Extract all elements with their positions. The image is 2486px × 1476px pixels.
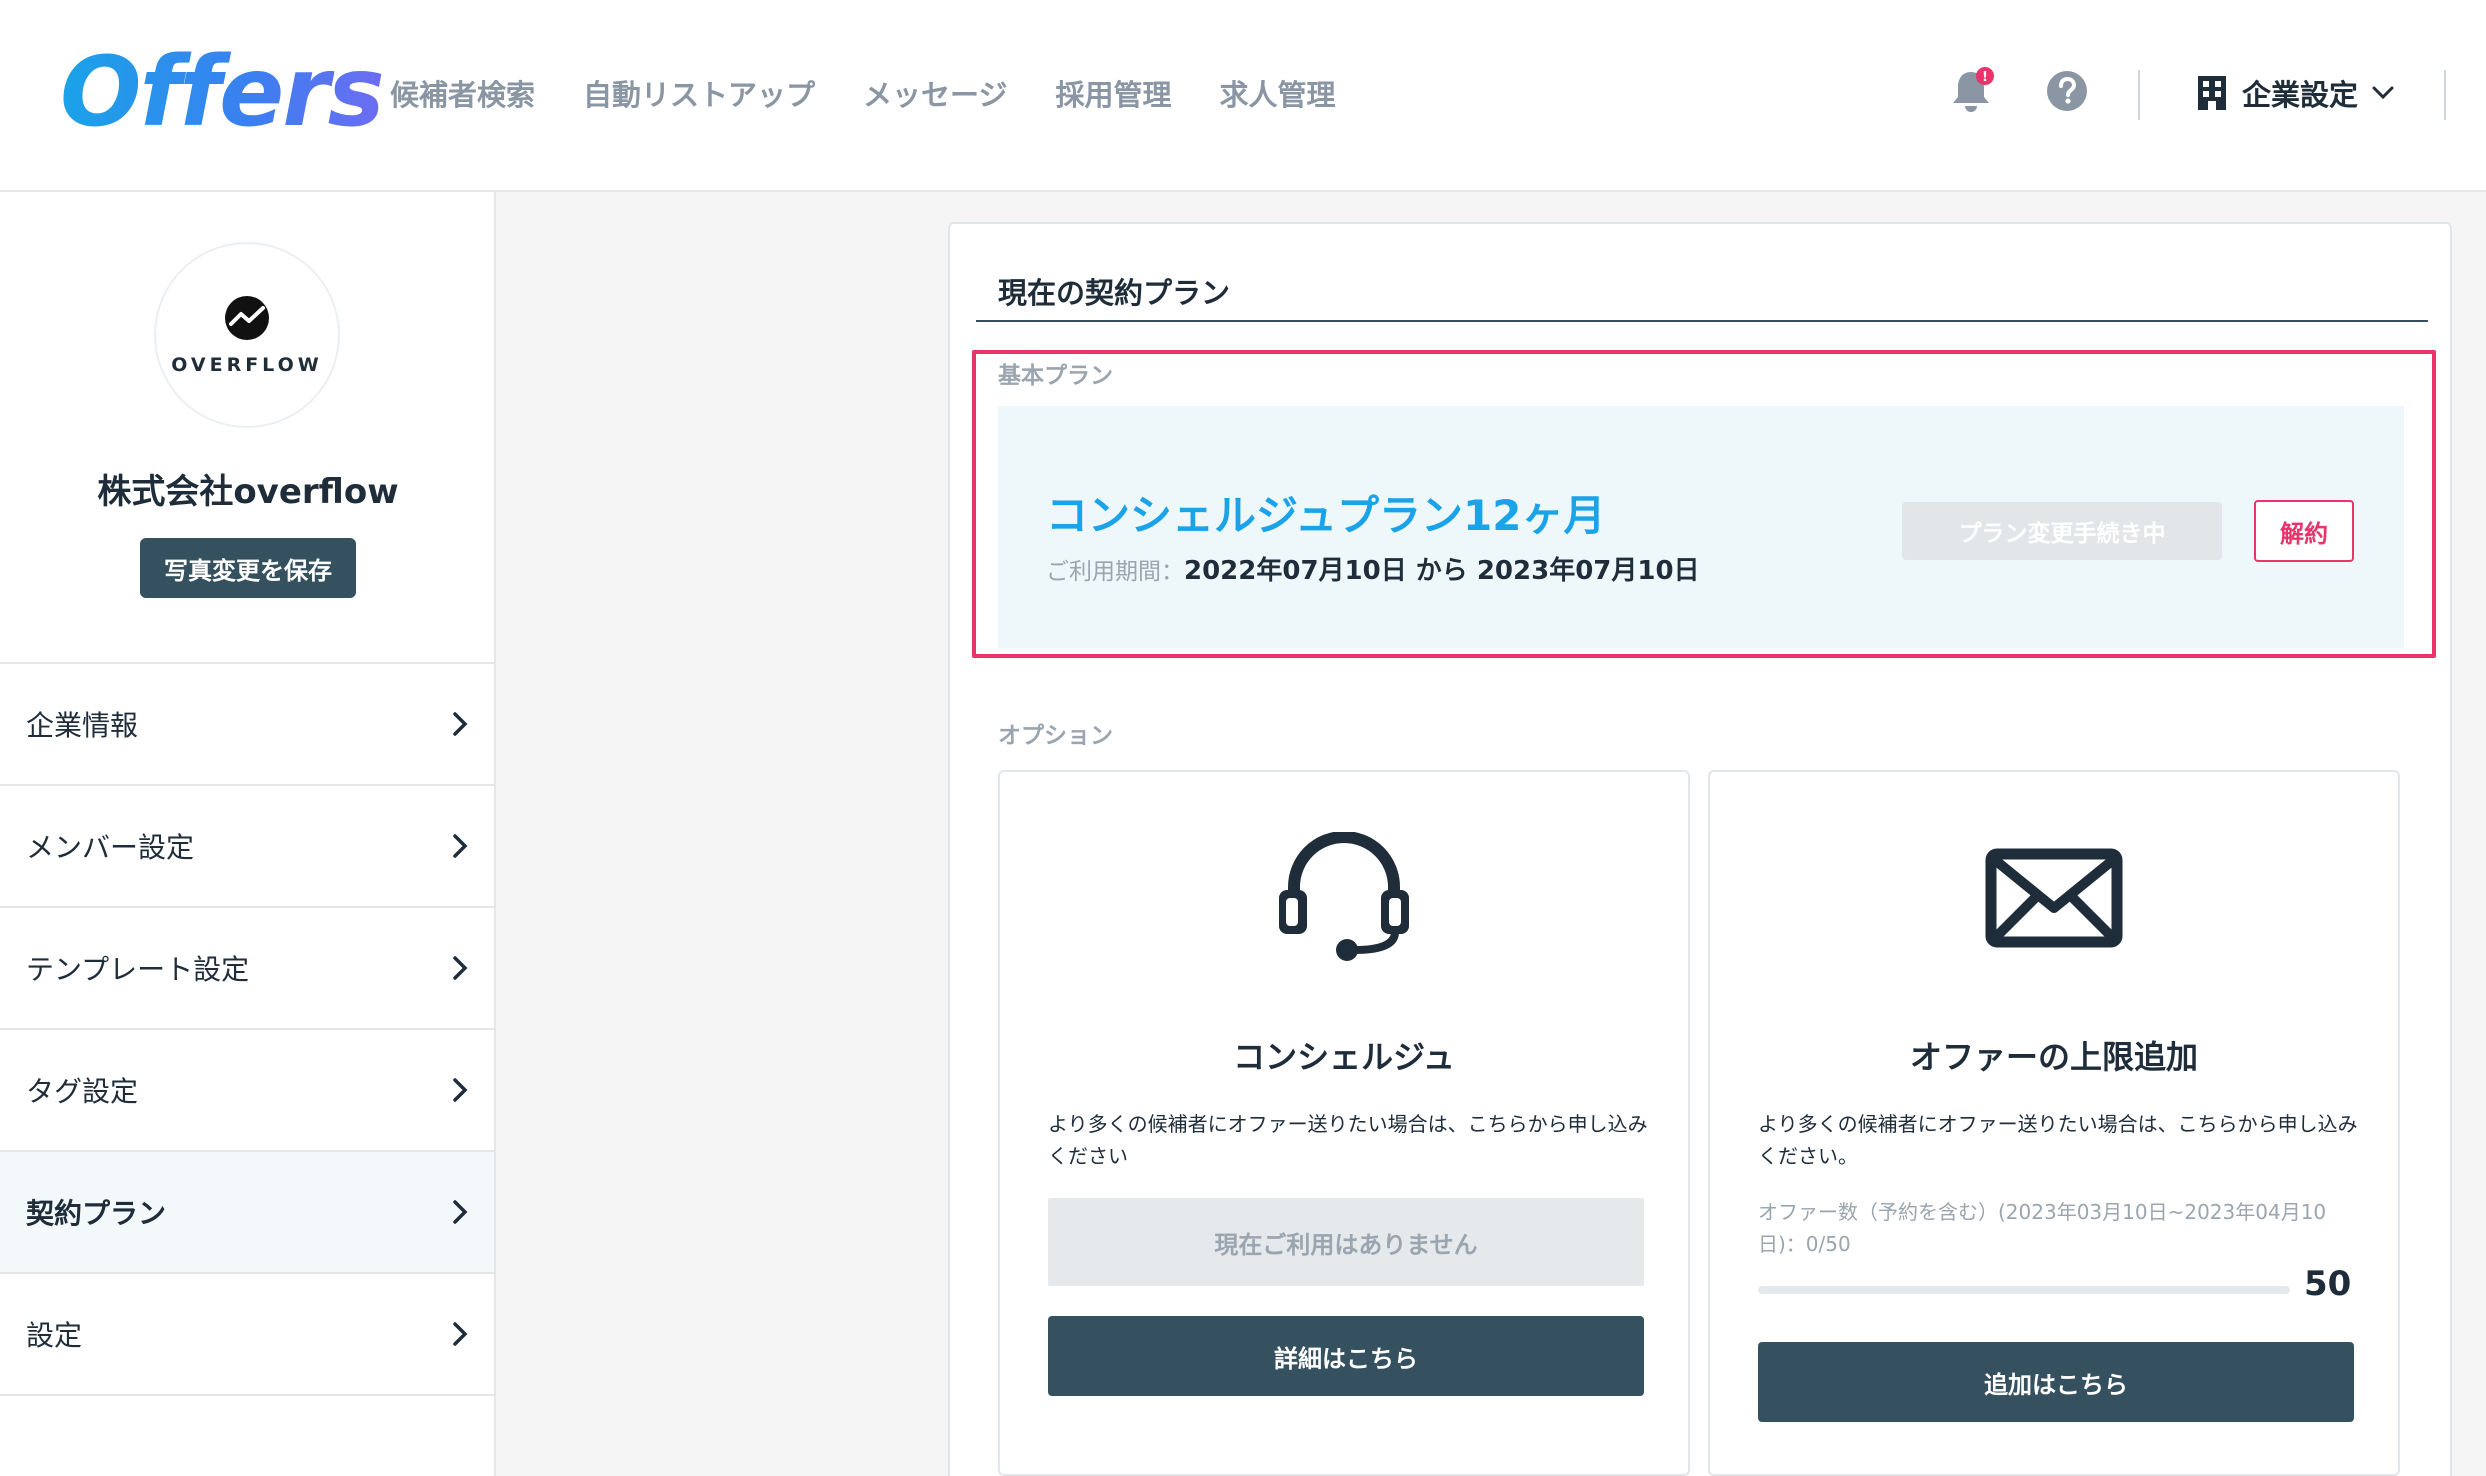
- sidebar-item-label: タグ設定: [26, 1075, 139, 1108]
- sidebar-item-label: テンプレート設定: [26, 953, 250, 986]
- save-photo-button[interactable]: 写真変更を保存: [140, 538, 356, 598]
- sidebar-item-label: 設定: [26, 1319, 83, 1352]
- sidebar-item-tag-settings[interactable]: タグ設定: [0, 1030, 494, 1152]
- nav-auto-listup[interactable]: 自動リストアップ: [583, 72, 815, 114]
- notification-badge: !: [1982, 70, 1988, 85]
- options-label: オプション: [998, 723, 1113, 749]
- sidebar-item-label: メンバー設定: [26, 831, 195, 864]
- overflow-logo-icon: [225, 296, 269, 340]
- company-settings-button[interactable]: 企業設定: [2196, 72, 2394, 114]
- top-header: Offers 候補者検索 自動リストアップ メッセージ 採用管理 求人管理 ! …: [0, 0, 2486, 192]
- page-title: 現在の契約プラン: [998, 276, 1231, 310]
- building-icon: [2198, 76, 2226, 110]
- header-divider: [2138, 70, 2140, 120]
- settings-sidebar: OVERFLOW 株式会社overflow 写真変更を保存 企業情報 メンバー設…: [0, 192, 496, 1476]
- avatar-text: OVERFLOW: [171, 354, 323, 376]
- sidebar-menu: 企業情報 メンバー設定 テンプレート設定 タグ設定 契約プラン 設定: [0, 662, 494, 1396]
- add-offer-limit-button[interactable]: 追加はこちら: [1758, 1342, 2354, 1422]
- chevron-right-icon: [453, 712, 468, 736]
- main-nav: 候補者検索 自動リストアップ メッセージ 採用管理 求人管理: [390, 72, 1335, 114]
- headset-icon: [1269, 831, 1419, 966]
- option-title: オファーの上限追加: [1909, 1038, 2198, 1076]
- cancel-plan-button[interactable]: 解約: [2254, 500, 2354, 562]
- offer-quota-progress: [1758, 1286, 2290, 1294]
- company-settings-label: 企業設定: [2242, 78, 2359, 112]
- offers-logo[interactable]: Offers: [60, 44, 385, 140]
- sidebar-item-member-settings[interactable]: メンバー設定: [0, 786, 494, 908]
- sidebar-item-label: 企業情報: [26, 709, 139, 742]
- header-divider-right: [2444, 70, 2446, 120]
- chevron-right-icon: [453, 1322, 468, 1346]
- chevron-right-icon: [453, 834, 468, 858]
- offer-quota-text: オファー数（予約を含む）(2023年03月10日~2023年04月10日)：0/…: [1758, 1200, 2327, 1256]
- option-title: コンシェルジュ: [1233, 1038, 1455, 1076]
- company-name: 株式会社overflow: [97, 472, 399, 512]
- nav-candidate-search[interactable]: 候補者検索: [390, 72, 535, 114]
- title-divider: [976, 320, 2428, 322]
- period-label: ご利用期間：: [1046, 559, 1184, 585]
- notification-bell-icon[interactable]: !: [1946, 66, 1996, 116]
- option-description: より多くの候補者にオファー送りたい場合は、こちらから申し込みください: [1048, 1112, 1648, 1168]
- nav-messages[interactable]: メッセージ: [863, 72, 1007, 114]
- sidebar-item-company-info[interactable]: 企業情報: [0, 664, 494, 786]
- option-description: より多くの候補者にオファー送りたい場合は、こちらから申し込みください。: [1758, 1112, 2358, 1168]
- offer-limit-option-card: オファーの上限追加 より多くの候補者にオファー送りたい場合は、こちらから申し込み…: [1708, 770, 2400, 1476]
- sidebar-item-settings[interactable]: 設定: [0, 1274, 494, 1396]
- sidebar-item-label: 契約プラン: [26, 1197, 167, 1230]
- chevron-right-icon: [453, 1078, 468, 1102]
- company-avatar[interactable]: OVERFLOW: [154, 242, 340, 428]
- nav-recruitment[interactable]: 採用管理: [1055, 72, 1171, 114]
- offer-quota-max: 50: [2304, 1264, 2352, 1304]
- chevron-right-icon: [453, 956, 468, 980]
- concierge-status-button[interactable]: 現在ご利用はありません: [1048, 1198, 1644, 1286]
- basic-plan-box: コンシェルジュプラン12ヶ月 ご利用期間：2022年07月10日 から 2023…: [998, 406, 2404, 648]
- plan-name: コンシェルジュプラン12ヶ月: [1046, 491, 1606, 540]
- concierge-detail-button[interactable]: 詳細はこちら: [1048, 1316, 1644, 1396]
- chevron-right-icon: [453, 1200, 468, 1224]
- nav-jobs[interactable]: 求人管理: [1219, 72, 1335, 114]
- plan-period: ご利用期間：2022年07月10日 から 2023年07月10日: [1046, 550, 1700, 587]
- concierge-option-card: コンシェルジュ より多くの候補者にオファー送りたい場合は、こちらから申し込みくだ…: [998, 770, 1690, 1476]
- plan-change-button[interactable]: プラン変更手続き中: [1902, 502, 2222, 560]
- mail-icon: [1979, 832, 2129, 966]
- sidebar-item-contract-plan[interactable]: 契約プラン: [0, 1152, 494, 1274]
- period-value: 2022年07月10日 から 2023年07月10日: [1184, 556, 1700, 586]
- help-icon[interactable]: [2042, 66, 2092, 116]
- chevron-down-icon: [2372, 86, 2394, 100]
- sidebar-item-template-settings[interactable]: テンプレート設定: [0, 908, 494, 1030]
